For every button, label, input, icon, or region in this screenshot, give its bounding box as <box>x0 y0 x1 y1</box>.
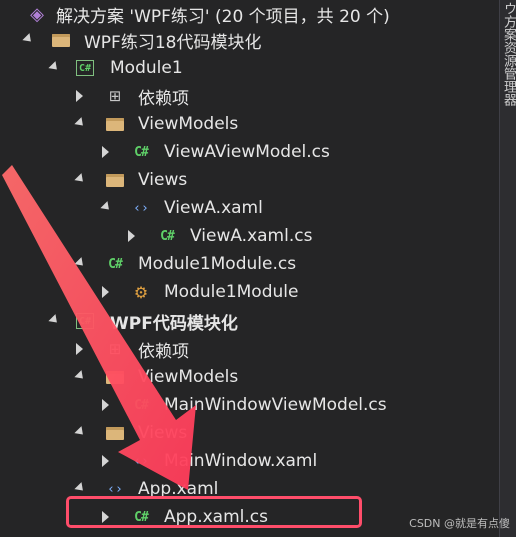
tree-node-label: ViewModels <box>138 114 239 134</box>
tree-node-label: 依赖项 <box>138 88 189 109</box>
module-icon: ⚙ <box>133 282 149 302</box>
collapse-arrow-icon[interactable] <box>46 314 60 328</box>
collapse-arrow-icon[interactable] <box>98 201 112 215</box>
visual-studio-solution-icon: ◈ <box>30 3 44 25</box>
solution-explorer-side-tab[interactable]: ウ方案资源管理器 <box>499 0 516 537</box>
tree-node-label: Views <box>138 170 188 190</box>
tree-node-label: Module1 <box>110 58 183 78</box>
csproj-icon: C# <box>76 60 94 76</box>
expand-arrow-icon[interactable] <box>98 145 112 159</box>
xaml-icon: ‹› <box>133 453 149 469</box>
tree-node-label: WPF练习18代码模块化 <box>84 32 262 53</box>
solution-title: 解决方案 'WPF练习' (20 个项目，共 20 个) <box>56 6 390 27</box>
expand-arrow-icon[interactable] <box>72 342 86 356</box>
tree-node-viewaviewmodel-cs[interactable]: C# ViewAViewModel.cs <box>0 138 500 166</box>
tree-node-label: ViewModels <box>138 367 239 387</box>
tree-node-wpf18-project[interactable]: WPF练习18代码模块化 <box>0 26 500 54</box>
tree-node-label: ViewA.xaml.cs <box>190 226 313 246</box>
folder-icon <box>104 423 126 443</box>
tree-node-viewa-xaml-cs[interactable]: C# ViewA.xaml.cs <box>0 222 500 250</box>
csproj-icon: C# <box>76 313 94 329</box>
collapse-arrow-icon[interactable] <box>72 117 86 131</box>
tree-node-wpf-project[interactable]: C# WPF代码模块化 <box>0 307 500 335</box>
collapse-arrow-icon[interactable] <box>72 426 86 440</box>
tree-node-label: 依赖项 <box>138 341 189 362</box>
collapse-arrow-icon[interactable] <box>20 33 34 47</box>
tree-node-module1-dependencies[interactable]: ⊞ 依赖项 <box>0 82 500 110</box>
tree-node-label: WPF代码模块化 <box>110 313 238 334</box>
dependencies-icon: ⊞ <box>108 87 122 105</box>
expand-arrow-icon[interactable] <box>98 285 112 299</box>
solution-explorer-tree: ◈ 解决方案 'WPF练习' (20 个项目，共 20 个) WPF练习18代码… <box>0 0 500 537</box>
solution-node[interactable]: ◈ 解决方案 'WPF练习' (20 个项目，共 20 个) <box>0 0 500 28</box>
tree-node-label: Module1Module <box>164 282 299 302</box>
side-tab-label: ウ方案资源管理器 <box>501 2 516 106</box>
tree-node-mainwindow-xaml[interactable]: ‹› MainWindow.xaml <box>0 447 500 475</box>
collapse-arrow-icon[interactable] <box>72 370 86 384</box>
folder-icon <box>50 30 72 50</box>
tree-node-viewa-xaml[interactable]: ‹› ViewA.xaml <box>0 194 500 222</box>
tree-node-module1-views[interactable]: Views <box>0 166 500 194</box>
collapse-arrow-icon[interactable] <box>72 482 86 496</box>
csharp-icon: C# <box>134 397 149 413</box>
tree-node-module1module-class[interactable]: ⚙ Module1Module <box>0 278 500 306</box>
tree-node-wpf-viewmodels[interactable]: ViewModels <box>0 363 500 391</box>
tree-node-module1module-cs[interactable]: C# Module1Module.cs <box>0 250 500 278</box>
watermark: CSDN @就是有点傻 <box>409 517 510 530</box>
folder-icon <box>104 170 126 190</box>
dependencies-icon: ⊞ <box>108 340 122 358</box>
expand-arrow-icon[interactable] <box>72 89 86 103</box>
expand-arrow-icon[interactable] <box>98 454 112 468</box>
folder-icon <box>104 114 126 134</box>
tree-node-wpf-dependencies[interactable]: ⊞ 依赖项 <box>0 335 500 363</box>
tree-node-label: MainWindow.xaml <box>164 451 318 471</box>
tree-node-label: Views <box>138 423 188 443</box>
folder-icon <box>104 367 126 387</box>
highlight-box <box>66 496 362 528</box>
csharp-icon: C# <box>108 256 123 272</box>
collapse-arrow-icon[interactable] <box>46 61 60 75</box>
expand-arrow-icon[interactable] <box>124 229 138 243</box>
tree-node-module1-viewmodels[interactable]: ViewModels <box>0 110 500 138</box>
xaml-icon: ‹› <box>133 200 149 216</box>
tree-node-label: Module1Module.cs <box>138 254 297 274</box>
collapse-arrow-icon[interactable] <box>72 173 86 187</box>
csharp-icon: C# <box>160 228 175 244</box>
csharp-icon: C# <box>134 144 149 160</box>
tree-node-label: ViewA.xaml <box>164 198 263 218</box>
expand-arrow-icon[interactable] <box>98 398 112 412</box>
tree-node-wpf-views[interactable]: Views <box>0 419 500 447</box>
tree-node-mainwindowviewmodel-cs[interactable]: C# MainWindowViewModel.cs <box>0 391 500 419</box>
tree-node-label: MainWindowViewModel.cs <box>164 395 387 415</box>
collapse-arrow-icon[interactable] <box>72 257 86 271</box>
tree-node-label: ViewAViewModel.cs <box>164 142 330 162</box>
tree-node-module1-project[interactable]: C# Module1 <box>0 54 500 82</box>
